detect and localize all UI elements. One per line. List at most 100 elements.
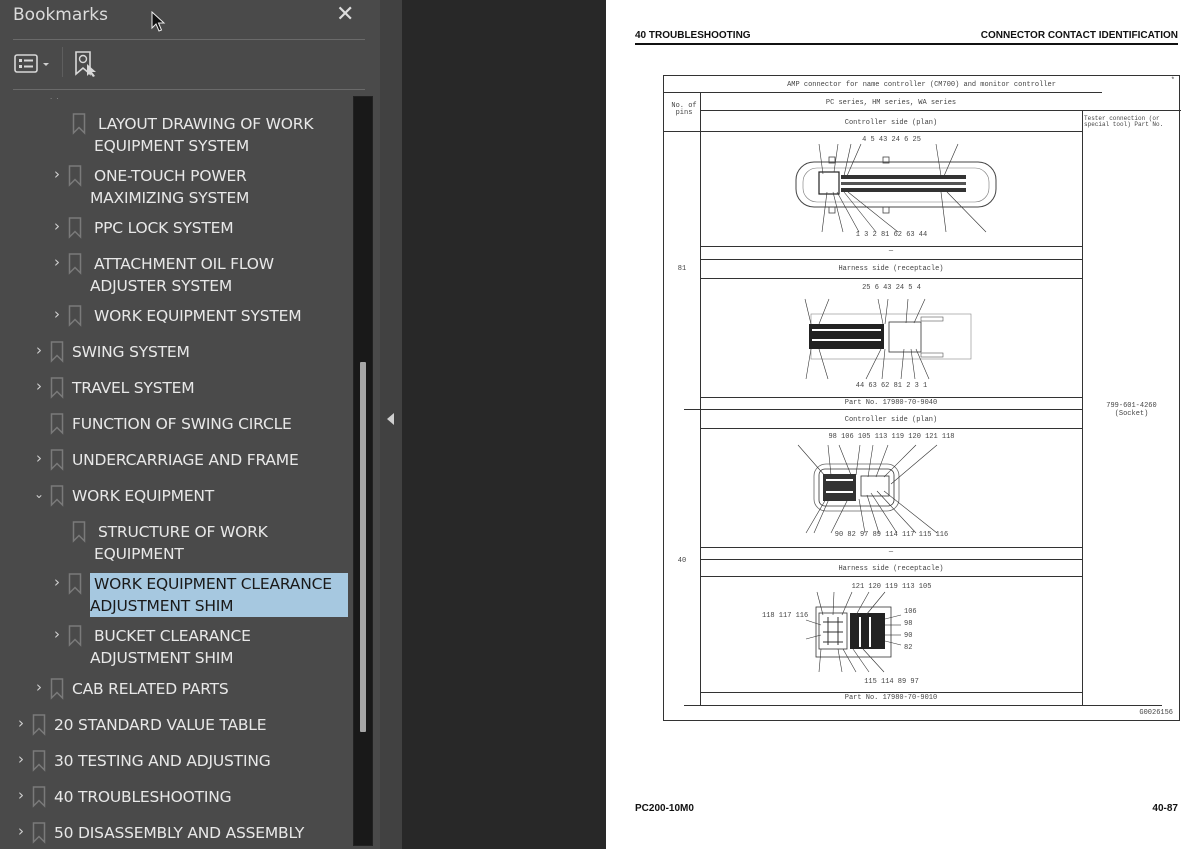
bookmark-icon (50, 413, 64, 435)
table-rule (664, 92, 1102, 93)
bookmark-label-line2: ADJUSTMENT SHIM (90, 649, 234, 667)
table-rule (700, 559, 1082, 560)
chevron-right-icon[interactable]: › (32, 449, 46, 467)
bookmark-label: WORK EQUIPMENT CLEARANCE (94, 575, 332, 593)
bookmark-item[interactable]: STRUCTURE OF WORK EQUIPMENT (50, 521, 344, 565)
bookmark-item[interactable]: LAYOUT DRAWING OF WORK EQUIPMENT SYSTEM (50, 113, 344, 157)
chevron-right-icon[interactable]: › (32, 341, 46, 359)
chevron-right-icon[interactable]: › (50, 573, 64, 591)
bookmark-label: WORK EQUIPMENT (72, 487, 215, 505)
bookmark-item[interactable]: › PPC LOCK SYSTEM (46, 217, 234, 239)
bookmark-label: CAB RELATED PARTS (72, 680, 229, 698)
bookmark-item[interactable]: › 40 TROUBLESHOOTING (10, 786, 232, 808)
table-rule (684, 705, 1162, 706)
harness-connector-40-diagram (805, 591, 902, 673)
harness-connector-81-diagram (804, 298, 972, 380)
bookmark-label: SWING SYSTEM (72, 343, 190, 361)
controller-connector-40-diagram (797, 444, 938, 534)
male-female-dash: — (888, 548, 894, 556)
bookmark-icon (72, 113, 86, 135)
bookmark-label-line2: MAXIMIZING SYSTEM (90, 189, 250, 207)
bookmarks-toolbar (0, 41, 380, 89)
document-page: 40 TROUBLESHOOTING CONNECTOR CONTACT IDE… (606, 0, 1200, 849)
controller-side-label: Controller side (plan) (844, 416, 938, 424)
close-icon[interactable]: ✕ (336, 2, 354, 27)
table-rule (700, 397, 1082, 398)
bookmark-item[interactable]: › 20 STANDARD VALUE TABLE (10, 714, 267, 736)
table-rule (700, 110, 1181, 111)
bookmarks-scrollbar[interactable] (353, 96, 373, 846)
harness-pins-bottom: 44 63 62 81 2 3 1 (855, 382, 928, 390)
bookmark-item[interactable]: › TRAVEL SYSTEM (28, 377, 195, 399)
bookmark-icon (50, 449, 64, 471)
bookmark-item-selected[interactable]: › WORK EQUIPMENT CLEARANCE ADJUSTMENT SHI… (46, 573, 348, 617)
toolbar-separator (62, 47, 63, 77)
bookmark-label: PPC LOCK SYSTEM (94, 219, 234, 237)
bookmark-icon (50, 678, 64, 700)
controller-side-label: Controller side (plan) (844, 119, 938, 127)
bookmark-label: BUCKET CLEARANCE (94, 627, 251, 645)
bookmark-label: ATTACHMENT OIL FLOW (94, 255, 274, 273)
bookmark-label: UNDERCARRIAGE AND FRAME (72, 451, 299, 469)
bookmarks-panel: Bookmarks ✕ .. LAYOUT DRAWING OF WORK EQ… (0, 0, 380, 849)
mouse-cursor-icon (151, 11, 166, 32)
controller-pins-bottom: 90 82 97 89 114 117 115 116 (834, 531, 949, 539)
bookmark-item[interactable]: › 30 TESTING AND ADJUSTING (10, 750, 271, 772)
bookmark-label-line2: EQUIPMENT (94, 545, 184, 563)
bookmark-label-line2: EQUIPMENT SYSTEM (94, 137, 249, 155)
tester-part-type: (Socket) (1114, 410, 1149, 418)
bookmark-options-icon (14, 54, 49, 73)
chevron-right-icon[interactable]: › (50, 217, 64, 235)
scrollbar-thumb[interactable] (360, 362, 366, 732)
bookmark-options-button[interactable] (14, 52, 54, 76)
bookmark-item[interactable]: › WORK EQUIPMENT SYSTEM (46, 305, 302, 327)
harness-side-label: Harness side (receptacle) (838, 265, 944, 273)
bookmarks-header: Bookmarks ✕ (0, 0, 380, 40)
chevron-right-icon[interactable]: › (32, 377, 46, 395)
bookmark-item[interactable]: › 50 DISASSEMBLY AND ASSEMBLY (10, 822, 304, 844)
bookmark-label-line2: ADJUSTMENT SHIM (90, 597, 234, 615)
figure-id: G0026156 (1139, 709, 1173, 717)
bookmark-item[interactable]: › ATTACHMENT OIL FLOW ADJUSTER SYSTEM (46, 253, 340, 297)
chevron-right-icon[interactable]: › (14, 714, 28, 732)
chevron-right-icon[interactable]: › (14, 750, 28, 768)
bookmark-item[interactable]: › BUCKET CLEARANCE ADJUSTMENT SHIM (46, 625, 340, 669)
bookmark-label: TRAVEL SYSTEM (72, 379, 195, 397)
bookmark-label-line2: ADJUSTER SYSTEM (90, 277, 233, 295)
chevron-right-icon[interactable]: › (50, 305, 64, 323)
bookmark-tree: .. LAYOUT DRAWING OF WORK EQUIPMENT SYSTE… (0, 90, 352, 849)
controller-pins-top: 98 106 105 113 119 120 121 118 (828, 433, 955, 441)
harness-pins-left: 118 117 116 (762, 612, 809, 620)
figure-title: AMP connector for name controller (CM700… (787, 81, 1056, 89)
chevron-down-icon[interactable]: ⌄ (32, 485, 46, 503)
bookmark-icon (32, 750, 46, 772)
bookmark-item[interactable]: › CAB RELATED PARTS (28, 678, 229, 700)
bookmark-item[interactable]: › SWING SYSTEM (28, 341, 190, 363)
series-header: PC series, HM series, WA series (825, 99, 957, 107)
panel-splitter[interactable] (380, 0, 402, 849)
controller-pins-bottom: 1 3 2 81 62 63 44 (855, 231, 928, 239)
harness-pins-bottom: 115 114 89 97 (864, 678, 919, 686)
chevron-right-icon[interactable]: › (50, 625, 64, 643)
divider (13, 39, 365, 40)
find-current-bookmark-button[interactable] (74, 50, 102, 78)
chevron-right-icon[interactable]: › (32, 678, 46, 696)
pins-header: No. of pins (671, 102, 697, 117)
bookmark-item[interactable]: ⌄ WORK EQUIPMENT (28, 485, 214, 507)
bookmark-label: WORK EQUIPMENT SYSTEM (94, 307, 302, 325)
page-header-section: 40 TROUBLESHOOTING (635, 30, 751, 41)
bookmark-icon (68, 217, 82, 239)
bookmark-item[interactable]: › ONE-TOUCH POWER MAXIMIZING SYSTEM (46, 165, 340, 209)
chevron-right-icon[interactable]: › (14, 786, 28, 804)
chevron-down-icon (43, 63, 49, 66)
collapse-panel-icon[interactable] (387, 413, 394, 425)
bookmark-item[interactable]: › UNDERCARRIAGE AND FRAME (28, 449, 299, 471)
table-rule (684, 409, 1082, 410)
chevron-right-icon[interactable]: › (14, 822, 28, 840)
chevron-right-icon[interactable]: › (50, 165, 64, 183)
bookmark-label: ONE-TOUCH POWER (94, 167, 247, 185)
chevron-right-icon[interactable]: › (50, 253, 64, 271)
bookmark-icon (68, 305, 82, 327)
harness-pins-top: 121 120 119 113 105 (851, 583, 932, 591)
bookmark-item[interactable]: FUNCTION OF SWING CIRCLE (28, 413, 292, 435)
